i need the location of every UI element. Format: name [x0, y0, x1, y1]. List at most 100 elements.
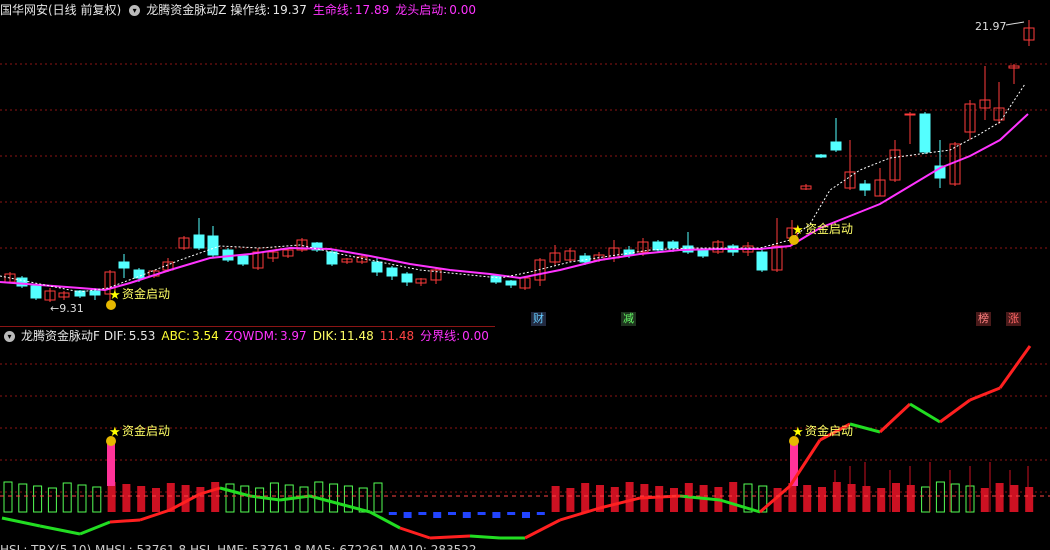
- price-chart[interactable]: ★★: [0, 18, 1050, 326]
- histogram-bar: [980, 488, 989, 512]
- candle-body: [371, 261, 383, 273]
- histogram-bar: [299, 486, 309, 513]
- dif-line-segment: [79, 520, 111, 536]
- histogram-bar: [388, 512, 397, 515]
- tag-jian[interactable]: 减: [621, 312, 636, 326]
- candle-body: [815, 154, 827, 158]
- zqwdm-label: ZQWDM:: [224, 329, 278, 343]
- sub-signal-label-2: 资金启动: [805, 424, 854, 438]
- dif-line-segment: [909, 402, 941, 424]
- candle-body: [401, 273, 413, 283]
- histogram-bar: [610, 487, 619, 512]
- tag-cai[interactable]: 财: [531, 312, 546, 326]
- histogram-bar: [92, 486, 102, 513]
- histogram-bar: [536, 512, 545, 515]
- signal-label-2: 资金启动: [805, 222, 854, 236]
- candle-body: [89, 290, 101, 296]
- histogram-bar: [625, 482, 634, 512]
- histogram-bar: [551, 486, 560, 512]
- candle-body: [326, 251, 338, 265]
- signal-label-1: 资金启动: [122, 287, 171, 301]
- money-bag-icon: [789, 436, 799, 446]
- histogram-bar: [507, 512, 516, 515]
- histogram-bar: [137, 486, 146, 512]
- candle-body: [859, 183, 871, 191]
- histogram-bar: [862, 486, 871, 512]
- histogram-bar: [832, 482, 841, 512]
- sub-indicator-name[interactable]: 龙腾资金脉动F: [21, 329, 100, 343]
- histogram-bar: [670, 488, 678, 512]
- tag-bang[interactable]: 榜: [976, 312, 991, 326]
- histogram-bar: [433, 512, 442, 518]
- candle-body: [193, 234, 205, 249]
- histogram-bar: [847, 484, 856, 512]
- dif-line-segment: [399, 526, 431, 540]
- sub-signal-label-1: 资金启动: [122, 424, 171, 438]
- fj-label: 分界线:: [420, 329, 461, 343]
- high-marker-line: [1005, 21, 1025, 26]
- histogram-bar: [906, 485, 915, 512]
- histogram-bar: [107, 482, 116, 512]
- candle-body: [118, 261, 130, 269]
- histogram-bar: [655, 486, 664, 512]
- histogram-bar: [950, 483, 960, 513]
- indicator-name[interactable]: 龙腾资金脉动Z: [146, 3, 226, 17]
- dik-value: 11.48: [339, 329, 374, 343]
- abc-label: ABC:: [161, 329, 191, 343]
- histogram-bar: [211, 482, 220, 512]
- histogram-bar: [448, 512, 456, 515]
- dif-line-segment: [249, 494, 281, 502]
- histogram-bar: [995, 483, 1004, 512]
- dif-line-segment: [599, 496, 641, 510]
- histogram-bar: [1010, 485, 1019, 512]
- histogram-bar: [403, 512, 412, 518]
- dif-line-segment: [279, 494, 311, 502]
- candle-body: [386, 267, 398, 277]
- histogram-bar: [373, 482, 383, 513]
- chevron-down-icon[interactable]: ▾: [4, 331, 15, 342]
- sub-title-bar: ▾ 龙腾资金脉动F DIF: 5.53 ABC: 3.54 ZQWDM: 3.97 DIK: 11…: [0, 326, 495, 345]
- tag-zhang[interactable]: 涨: [1006, 312, 1021, 326]
- dif-line-segment: [469, 534, 501, 540]
- candle-body: [830, 141, 842, 151]
- dif-line-segment: [559, 506, 601, 522]
- histogram-bar: [62, 482, 72, 513]
- dif-label: DIF:: [103, 329, 127, 343]
- money-bag-icon: [106, 436, 116, 446]
- life-label: 生命线:: [312, 3, 353, 17]
- high-price-label: 21.97: [975, 20, 1007, 33]
- histogram-bar: [877, 488, 886, 512]
- dif-line-segment: [1, 516, 41, 528]
- histogram-bar: [33, 485, 43, 513]
- dragon-label: 龙头启动:: [395, 3, 448, 17]
- abc-value: 3.54: [192, 329, 219, 343]
- histogram-bar: [18, 483, 28, 513]
- chevron-down-icon[interactable]: ▾: [129, 5, 141, 16]
- bottom-indicator-bar: HSL: TRX(5,10) MHSL: 53761.8 HSL HME: 53…: [0, 543, 477, 550]
- histogram-bar: [196, 487, 205, 512]
- op-value: 19.37: [272, 3, 307, 17]
- candle-body: [697, 249, 709, 257]
- main-title-bar: 国华网安(日线 前复权) ▾ 龙腾资金脉动Z 操作线: 19.37 生命线: 17.89 龙头…: [0, 1, 482, 19]
- dif-line-segment: [429, 534, 471, 540]
- histogram-bar: [892, 483, 900, 512]
- candle-body: [652, 241, 664, 251]
- candle-body: [667, 241, 679, 249]
- histogram-bar: [462, 512, 471, 518]
- candle-body: [207, 235, 219, 256]
- operation-line: [0, 83, 1026, 293]
- dik2-value: 11.48: [379, 329, 415, 343]
- sub-indicator-chart[interactable]: ★ ★: [0, 345, 1050, 543]
- candle-body: [505, 280, 517, 286]
- dif-line-segment: [969, 386, 1001, 402]
- life-value: 17.89: [354, 3, 390, 17]
- dif-line-segment: [39, 524, 81, 536]
- dif-value: 5.53: [128, 329, 156, 343]
- histogram-bar: [418, 512, 427, 515]
- histogram-bar: [492, 512, 501, 518]
- op-label: 操作线:: [230, 3, 271, 17]
- histogram-bar: [921, 486, 931, 513]
- histogram-bar: [935, 481, 945, 513]
- fj-value: 0.00: [462, 329, 489, 343]
- histogram-bar: [803, 485, 812, 512]
